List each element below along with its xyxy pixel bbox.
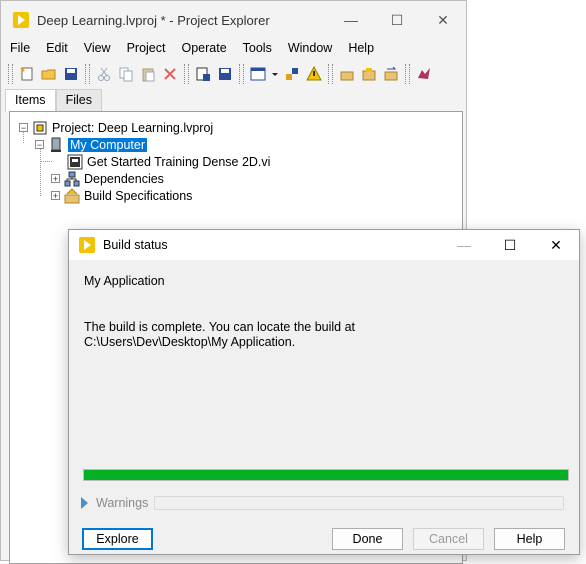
toolbar-grip[interactable] [405,64,410,84]
build-message-line2: C:\Users\Dev\Desktop\My Application. [84,335,296,349]
build-specifications-icon [64,187,80,203]
minimize-button[interactable]: — [441,230,487,260]
build-icon[interactable] [338,65,356,83]
computer-icon [51,137,61,152]
menu-view[interactable]: View [75,39,118,59]
menu-file[interactable]: File [1,39,37,59]
toolbar-grip[interactable] [85,64,90,84]
close-button[interactable]: ✕ [420,1,466,39]
tab-items[interactable]: Items [5,89,56,112]
warning-icon[interactable] [305,65,323,83]
chevron-down-icon[interactable] [271,65,279,83]
explore-button[interactable]: Explore [82,528,153,550]
tree-connector [40,161,52,162]
build-all-icon[interactable] [360,65,378,83]
tree-item-label: Build Specifications [84,188,193,203]
warnings-section[interactable]: Warnings [81,493,564,513]
tree-item-my-computer[interactable]: − My Computer [35,136,148,153]
dialog-title-bar: Build status — ☐ ✕ [69,230,579,260]
toolbar-grip[interactable] [328,64,333,84]
toolbar-grip[interactable] [184,64,189,84]
warnings-label: Warnings [96,496,149,510]
open-icon[interactable] [40,65,58,83]
warnings-divider [154,496,564,510]
paste-icon[interactable] [139,65,157,83]
title-bar: Deep Learning.lvproj * - Project Explore… [1,1,466,39]
menu-window[interactable]: Window [279,39,339,59]
collapse-icon[interactable]: − [19,123,28,133]
toolbar-grip[interactable] [239,64,244,84]
dragon-icon[interactable] [415,65,433,83]
window-title: Deep Learning.lvproj * - Project Explore… [37,12,270,28]
expand-icon[interactable]: + [51,174,60,184]
tree-item-vi[interactable]: Get Started Training Dense 2D.vi [67,153,270,170]
dialog-title: Build status [103,238,168,252]
toolbar [5,61,466,87]
expand-icon[interactable]: + [51,191,60,201]
tree-item-label: My Computer [68,137,148,152]
menu-bar: File Edit View Project Operate Tools Win… [1,39,466,59]
build-progress-bar [83,469,569,481]
tree-item-project[interactable]: − Project: Deep Learning.lvproj [19,119,213,136]
maximize-button[interactable]: ☐ [374,1,420,39]
expand-arrow-icon[interactable] [81,497,88,509]
tree-item-label: Get Started Training Dense 2D.vi [87,154,271,169]
labview-icon [79,237,95,253]
close-button[interactable]: ✕ [533,230,579,260]
menu-edit[interactable]: Edit [37,39,75,59]
minimize-button[interactable]: — [328,1,374,39]
view-as-icon[interactable] [249,65,267,83]
save-all-icon[interactable] [62,65,80,83]
menu-help[interactable]: Help [339,39,381,59]
help-button[interactable]: Help [494,528,565,550]
application-name: My Application [84,274,165,288]
delete-icon[interactable] [161,65,179,83]
deploy-icon[interactable] [382,65,400,83]
toolbar-grip[interactable] [8,64,13,84]
collapse-icon[interactable]: − [35,140,44,150]
tab-files[interactable]: Files [55,89,102,111]
done-button[interactable]: Done [332,528,403,550]
menu-operate[interactable]: Operate [172,39,233,59]
labview-icon [13,12,29,28]
menu-tools[interactable]: Tools [234,39,279,59]
copy-icon[interactable] [117,65,135,83]
build-status-dialog: Build status — ☐ ✕ My Application The bu… [68,229,580,555]
add-file-icon[interactable] [194,65,212,83]
dependencies-icon [64,171,80,186]
menu-project[interactable]: Project [118,39,173,59]
build-message-line1: The build is complete. You can locate th… [84,320,356,334]
tree-item-dependencies[interactable]: + Dependencies [51,170,164,187]
project-tabs: Items Files [5,89,102,112]
tree-item-label: Dependencies [84,171,164,186]
tree-item-build-specs[interactable]: + Build Specifications [51,187,192,204]
maximize-button[interactable]: ☐ [487,230,533,260]
cancel-button[interactable]: Cancel [413,528,484,550]
tree-item-label: Project: Deep Learning.lvproj [52,120,214,135]
new-icon[interactable] [18,65,36,83]
progress-fill [84,470,568,480]
cut-icon[interactable] [95,65,113,83]
resolve-conflicts-icon[interactable] [283,65,301,83]
project-icon [33,121,47,134]
save-icon[interactable] [216,65,234,83]
vi-icon [67,154,83,169]
